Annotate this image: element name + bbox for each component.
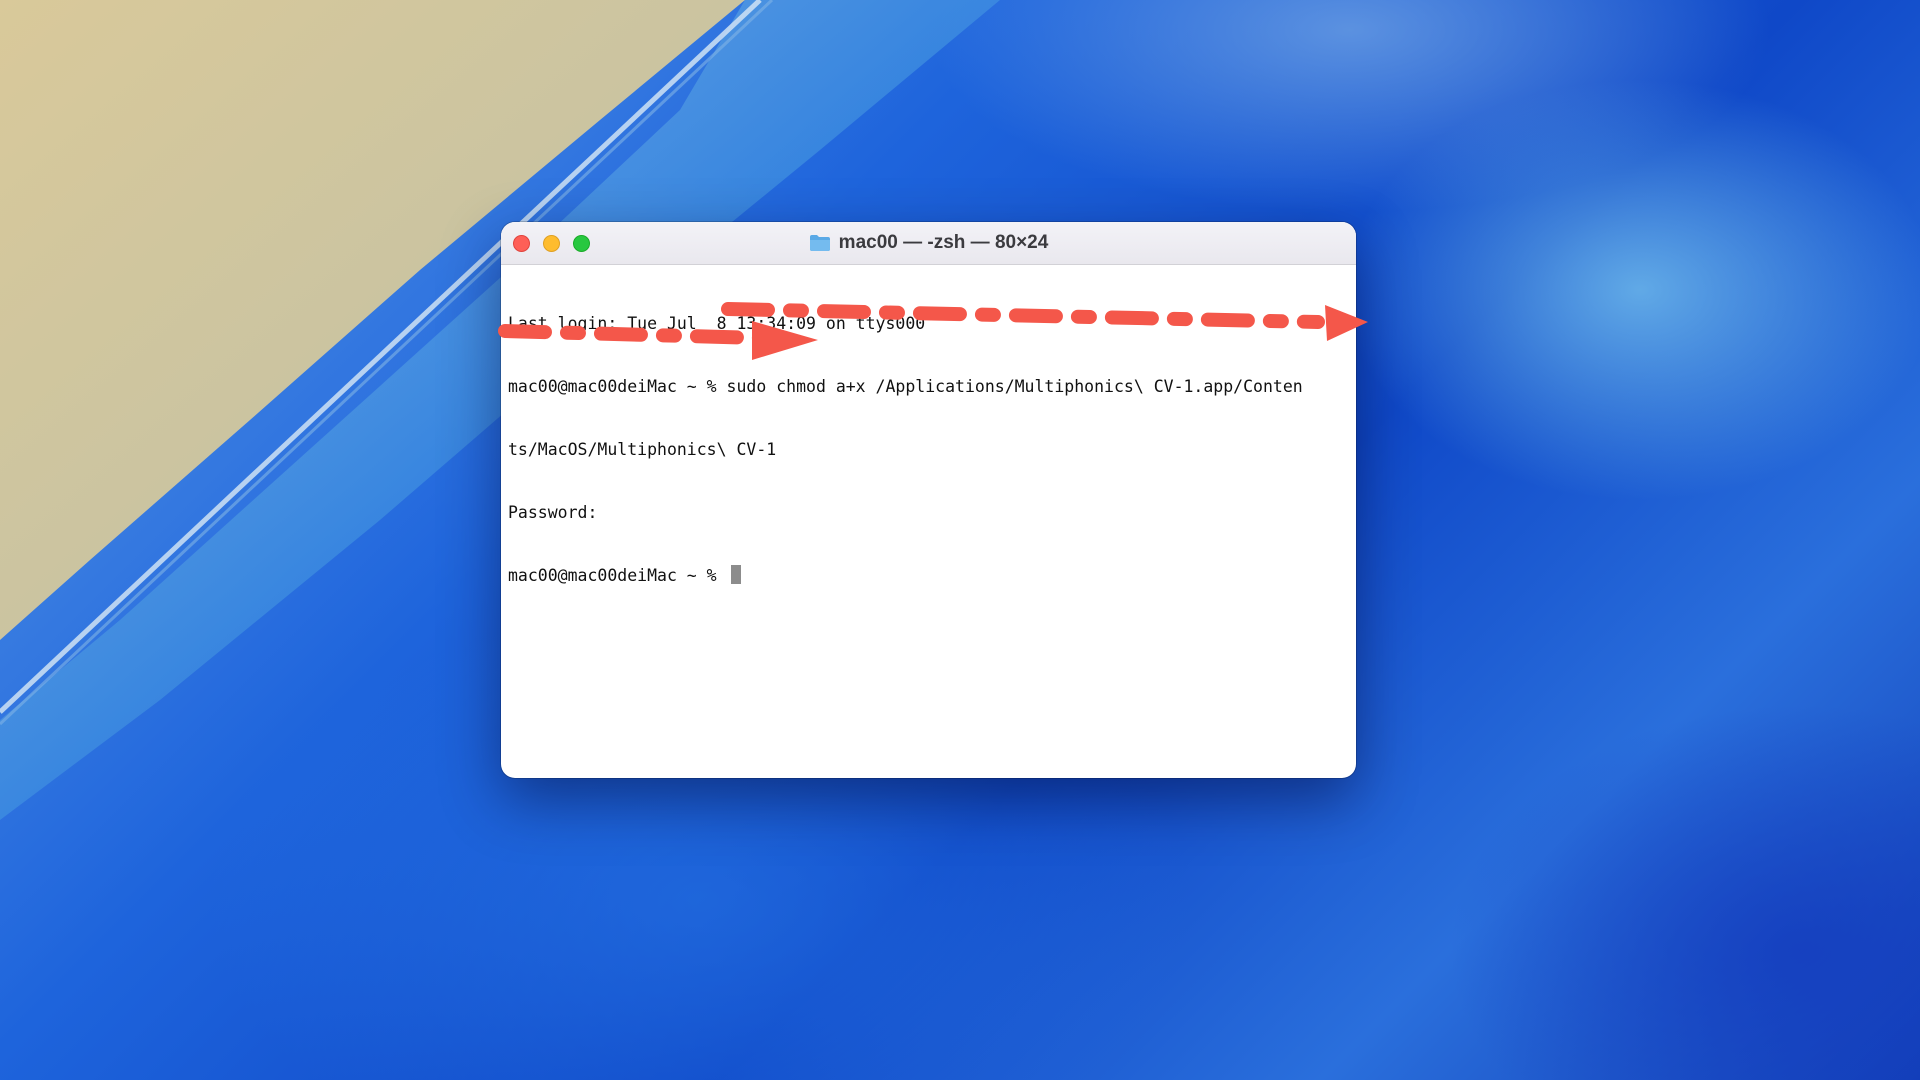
window-title: mac00 — -zsh — 80×24 xyxy=(838,232,1049,253)
terminal-window[interactable]: mac00 — -zsh — 80×24 Last login: Tue Jul… xyxy=(501,222,1356,778)
terminal-line-command-wrap: ts/MacOS/Multiphonics\ CV-1 xyxy=(508,440,777,459)
text-cursor xyxy=(730,565,741,584)
terminal-line-password: Password: xyxy=(508,503,598,522)
prompt-text: mac00@mac00deiMac ~ % xyxy=(508,566,727,585)
terminal-output[interactable]: Last login: Tue Jul 8 13:34:09 on ttys00… xyxy=(508,271,1351,628)
terminal-line-last-login: Last login: Tue Jul 8 13:34:09 on ttys00… xyxy=(508,314,926,333)
window-titlebar[interactable]: mac00 — -zsh — 80×24 xyxy=(501,222,1356,265)
folder-icon xyxy=(809,235,830,251)
terminal-line-prompt[interactable]: mac00@mac00deiMac ~ % xyxy=(508,565,1351,586)
terminal-line-command: mac00@mac00deiMac ~ % sudo chmod a+x /Ap… xyxy=(508,377,1303,396)
window-title-area: mac00 — -zsh — 80×24 xyxy=(501,222,1356,264)
